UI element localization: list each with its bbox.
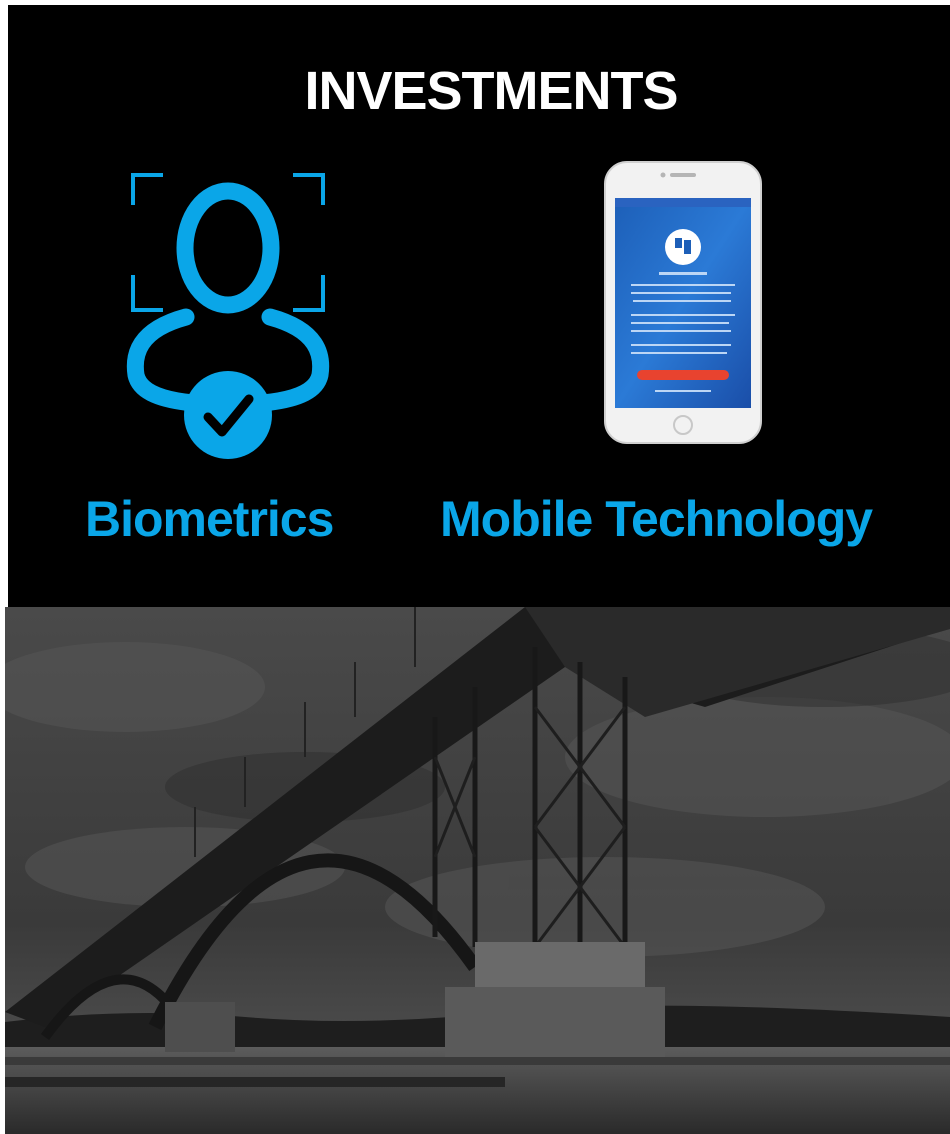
investments-panel: INVESTMENTS Biometrics Mobile Technology [8, 5, 950, 607]
biometrics-icon [126, 173, 330, 459]
bridge-photo [5, 607, 950, 1134]
mobile-technology-label: Mobile Technology [440, 491, 873, 547]
biometrics-label: Biometrics [85, 491, 334, 547]
smartphone-icon [604, 161, 762, 444]
page-title: INVESTMENTS [304, 61, 678, 121]
